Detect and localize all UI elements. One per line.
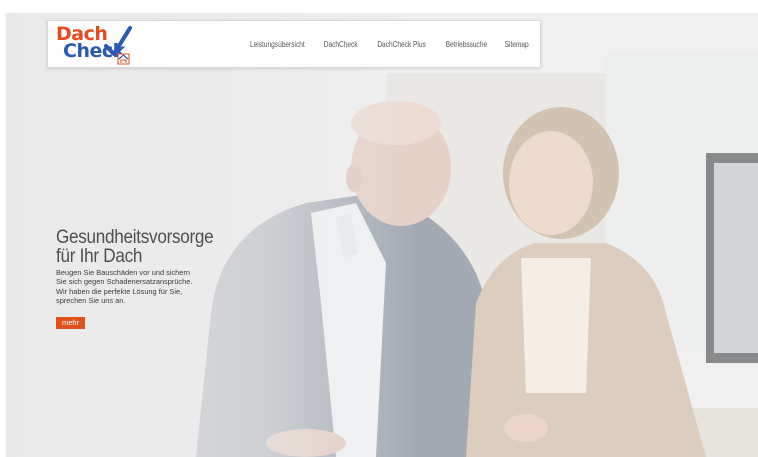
hero-description: Beugen Sie Bauschäden vor und sichern Si…	[56, 268, 221, 305]
hero-description-line-1: Beugen Sie Bauschäden vor und sichern	[56, 268, 190, 277]
nav-item-dachcheck-plus[interactable]: DachCheck Plus	[375, 36, 428, 54]
hero-headline-line-1: Gesundheitsvorsorge	[56, 227, 214, 248]
hero-headline: Gesundheitsvorsorge für Ihr Dach	[56, 228, 226, 266]
house-badge-icon	[117, 53, 130, 65]
main-navigation: Leistungsübersicht DachCheck DachCheck P…	[241, 36, 534, 54]
hero-headline-line-2: für Ihr Dach	[56, 246, 143, 267]
roof-checkmark-icon	[104, 26, 132, 65]
hero-description-line-2: Sie sich gegen Schadenersatzansprüche.	[56, 277, 193, 287]
dachcheck-logo[interactable]: Dach Check	[56, 24, 136, 66]
nav-item-betriebssuche[interactable]: Betriebssuche	[443, 36, 489, 54]
page: Dach Check Leistungsübersicht DachCheck …	[0, 0, 758, 457]
nav-item-leistungsuebersicht[interactable]: Leistungsübersicht	[247, 36, 307, 54]
nav-item-sitemap[interactable]: Sitemap	[502, 36, 531, 54]
more-button[interactable]: mehr	[56, 317, 85, 329]
hero-description-line-3: Wir haben die perfekte Lösung für Sie,	[56, 286, 183, 296]
nav-item-dachcheck[interactable]: DachCheck	[322, 36, 361, 54]
header-navbar: Dach Check Leistungsübersicht DachCheck …	[47, 20, 541, 68]
hero-description-line-4: sprechen Sie uns an.	[56, 295, 126, 305]
